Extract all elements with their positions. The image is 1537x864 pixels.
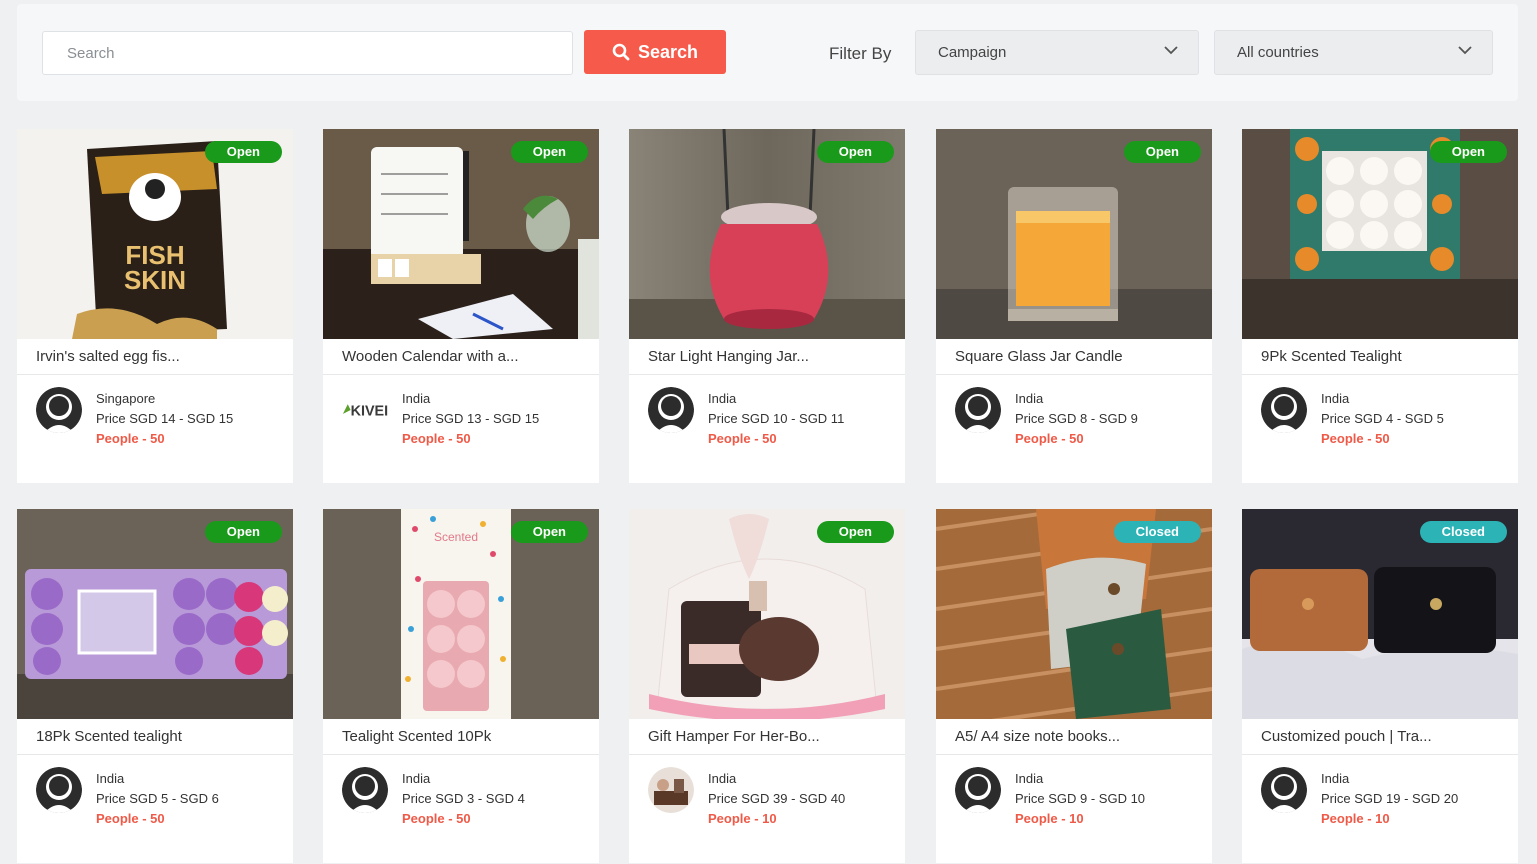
campaign-country: India xyxy=(1321,391,1350,406)
svg-text:KIVEI: KIVEI xyxy=(351,404,388,420)
campaign-price: Price SGD 4 - SGD 5 xyxy=(1321,411,1444,426)
campaign-title[interactable]: Tealight Scented 10Pk xyxy=(323,719,599,755)
campaign-price: Price SGD 39 - SGD 40 xyxy=(708,791,846,806)
campaign-price: Price SGD 13 - SGD 15 xyxy=(402,411,540,426)
campaign-meta: India Price SGD 8 - SGD 9 People - 50 xyxy=(1015,389,1138,449)
campaign-country: India xyxy=(708,391,737,406)
campaign-select[interactable]: Campaign xyxy=(915,30,1199,75)
campaign-people: People - 50 xyxy=(402,431,471,446)
campaign-people: People - 10 xyxy=(1015,811,1084,826)
campaign-country: India xyxy=(402,391,431,406)
campaign-card[interactable]: Open Wooden Calendar with a... KIVEI India P… xyxy=(323,129,599,483)
brand-logo: KIVEI xyxy=(342,387,388,433)
search-button[interactable]: Search xyxy=(584,30,726,74)
campaign-card[interactable]: FISH SKIN Open Irvin's salted egg fis... Sin… xyxy=(17,129,293,483)
default-avatar-icon xyxy=(36,387,82,433)
status-badge: Open xyxy=(816,521,894,543)
filter-label: Filter By xyxy=(829,44,892,63)
campaign-people: People - 50 xyxy=(96,431,165,446)
campaign-people: People - 50 xyxy=(402,811,471,826)
campaign-meta: India Price SGD 39 - SGD 40 People - 10 xyxy=(708,769,845,829)
campaign-price: Price SGD 3 - SGD 4 xyxy=(402,791,525,806)
default-avatar-icon xyxy=(1261,767,1307,813)
organizer-avatar xyxy=(648,767,694,813)
campaign-people: People - 10 xyxy=(708,811,777,826)
search-input[interactable] xyxy=(42,31,573,75)
campaign-price: Price SGD 8 - SGD 9 xyxy=(1015,411,1138,426)
campaign-meta: India Price SGD 19 - SGD 20 People - 10 xyxy=(1321,769,1458,829)
campaign-price: Price SGD 5 - SGD 6 xyxy=(96,791,219,806)
search-bar: Search Filter By Campaign All countries xyxy=(17,4,1518,101)
default-avatar-icon xyxy=(955,387,1001,433)
campaign-meta: India Price SGD 13 - SGD 15 People - 50 xyxy=(402,389,539,449)
chevron-down-icon xyxy=(1164,46,1178,55)
svg-text:Scented: Scented xyxy=(434,530,478,544)
status-badge: Open xyxy=(510,141,588,163)
campaign-people: People - 50 xyxy=(96,811,165,826)
default-avatar-icon xyxy=(1261,387,1307,433)
campaign-title[interactable]: Customized pouch | Tra... xyxy=(1242,719,1518,755)
campaign-price: Price SGD 19 - SGD 20 xyxy=(1321,791,1459,806)
svg-text:SKIN: SKIN xyxy=(124,265,186,295)
campaign-card[interactable]: Scented Open Tealight Scented 10Pk India Pri… xyxy=(323,509,599,863)
campaign-title[interactable]: Irvin's salted egg fis... xyxy=(17,339,293,375)
search-button-label: Search xyxy=(637,41,699,62)
campaign-people: People - 50 xyxy=(1015,431,1084,446)
campaign-title[interactable]: Square Glass Jar Candle xyxy=(936,339,1212,375)
campaign-country: India xyxy=(96,771,125,786)
status-badge: Open xyxy=(204,521,282,543)
campaign-meta: India Price SGD 10 - SGD 11 People - 50 xyxy=(708,389,844,449)
campaign-country: India xyxy=(402,771,431,786)
campaign-country: India xyxy=(1015,391,1044,406)
status-badge: Open xyxy=(816,141,894,163)
campaign-meta: India Price SGD 3 - SGD 4 People - 50 xyxy=(402,769,525,829)
campaign-card[interactable]: Open Square Glass Jar Candle India Price SG… xyxy=(936,129,1212,483)
campaign-card[interactable]: Open Star Light Hanging Jar... India Price … xyxy=(629,129,905,483)
campaign-title[interactable]: A5/ A4 size note books... xyxy=(936,719,1212,755)
campaign-select-value: Campaign xyxy=(938,44,1007,61)
search-icon xyxy=(612,43,630,61)
campaign-meta: India Price SGD 4 - SGD 5 People - 50 xyxy=(1321,389,1444,449)
campaign-people: People - 50 xyxy=(1321,431,1390,446)
campaign-title[interactable]: Gift Hamper For Her-Bo... xyxy=(629,719,905,755)
default-avatar-icon xyxy=(955,767,1001,813)
campaign-title[interactable]: Star Light Hanging Jar... xyxy=(629,339,905,375)
campaign-country: Singapore xyxy=(96,391,156,406)
campaign-price: Price SGD 14 - SGD 15 xyxy=(96,411,234,426)
campaign-country: India xyxy=(1321,771,1350,786)
campaign-meta: India Price SGD 9 - SGD 10 People - 10 xyxy=(1015,769,1145,829)
country-select-value: All countries xyxy=(1237,44,1319,61)
campaign-price: Price SGD 9 - SGD 10 xyxy=(1015,791,1146,806)
campaign-card[interactable]: Open 9Pk Scented Tealight India Price SGD 4… xyxy=(1242,129,1518,483)
status-badge: Open xyxy=(1429,141,1507,163)
campaign-card[interactable]: Open Gift Hamper For Her-Bo... India Price … xyxy=(629,509,905,863)
country-select[interactable]: All countries xyxy=(1214,30,1493,75)
default-avatar-icon xyxy=(342,767,388,813)
default-avatar-icon xyxy=(36,767,82,813)
campaign-title[interactable]: 18Pk Scented tealight xyxy=(17,719,293,755)
status-badge: Closed xyxy=(1419,521,1507,543)
campaign-title[interactable]: Wooden Calendar with a... xyxy=(323,339,599,375)
chevron-down-icon xyxy=(1458,46,1472,55)
campaign-country: India xyxy=(1015,771,1044,786)
campaign-meta: India Price SGD 5 - SGD 6 People - 50 xyxy=(96,769,219,829)
campaign-card[interactable]: Closed Customized pouch | Tra... India Pric… xyxy=(1242,509,1518,863)
default-avatar-icon xyxy=(648,387,694,433)
campaign-card[interactable]: Open 18Pk Scented tealight India Price SGD … xyxy=(17,509,293,863)
status-badge: Closed xyxy=(1113,521,1201,543)
campaign-country: India xyxy=(708,771,737,786)
campaign-people: People - 50 xyxy=(708,431,777,446)
status-badge: Open xyxy=(204,141,282,163)
campaign-people: People - 10 xyxy=(1321,811,1390,826)
campaign-price: Price SGD 10 - SGD 11 xyxy=(708,411,845,426)
campaign-card[interactable]: Closed A5/ A4 size note books... India Pric… xyxy=(936,509,1212,863)
status-badge: Open xyxy=(1123,141,1201,163)
campaign-meta: Singapore Price SGD 14 - SGD 15 People - 5… xyxy=(96,389,233,449)
campaign-title[interactable]: 9Pk Scented Tealight xyxy=(1242,339,1518,375)
status-badge: Open xyxy=(510,521,588,543)
